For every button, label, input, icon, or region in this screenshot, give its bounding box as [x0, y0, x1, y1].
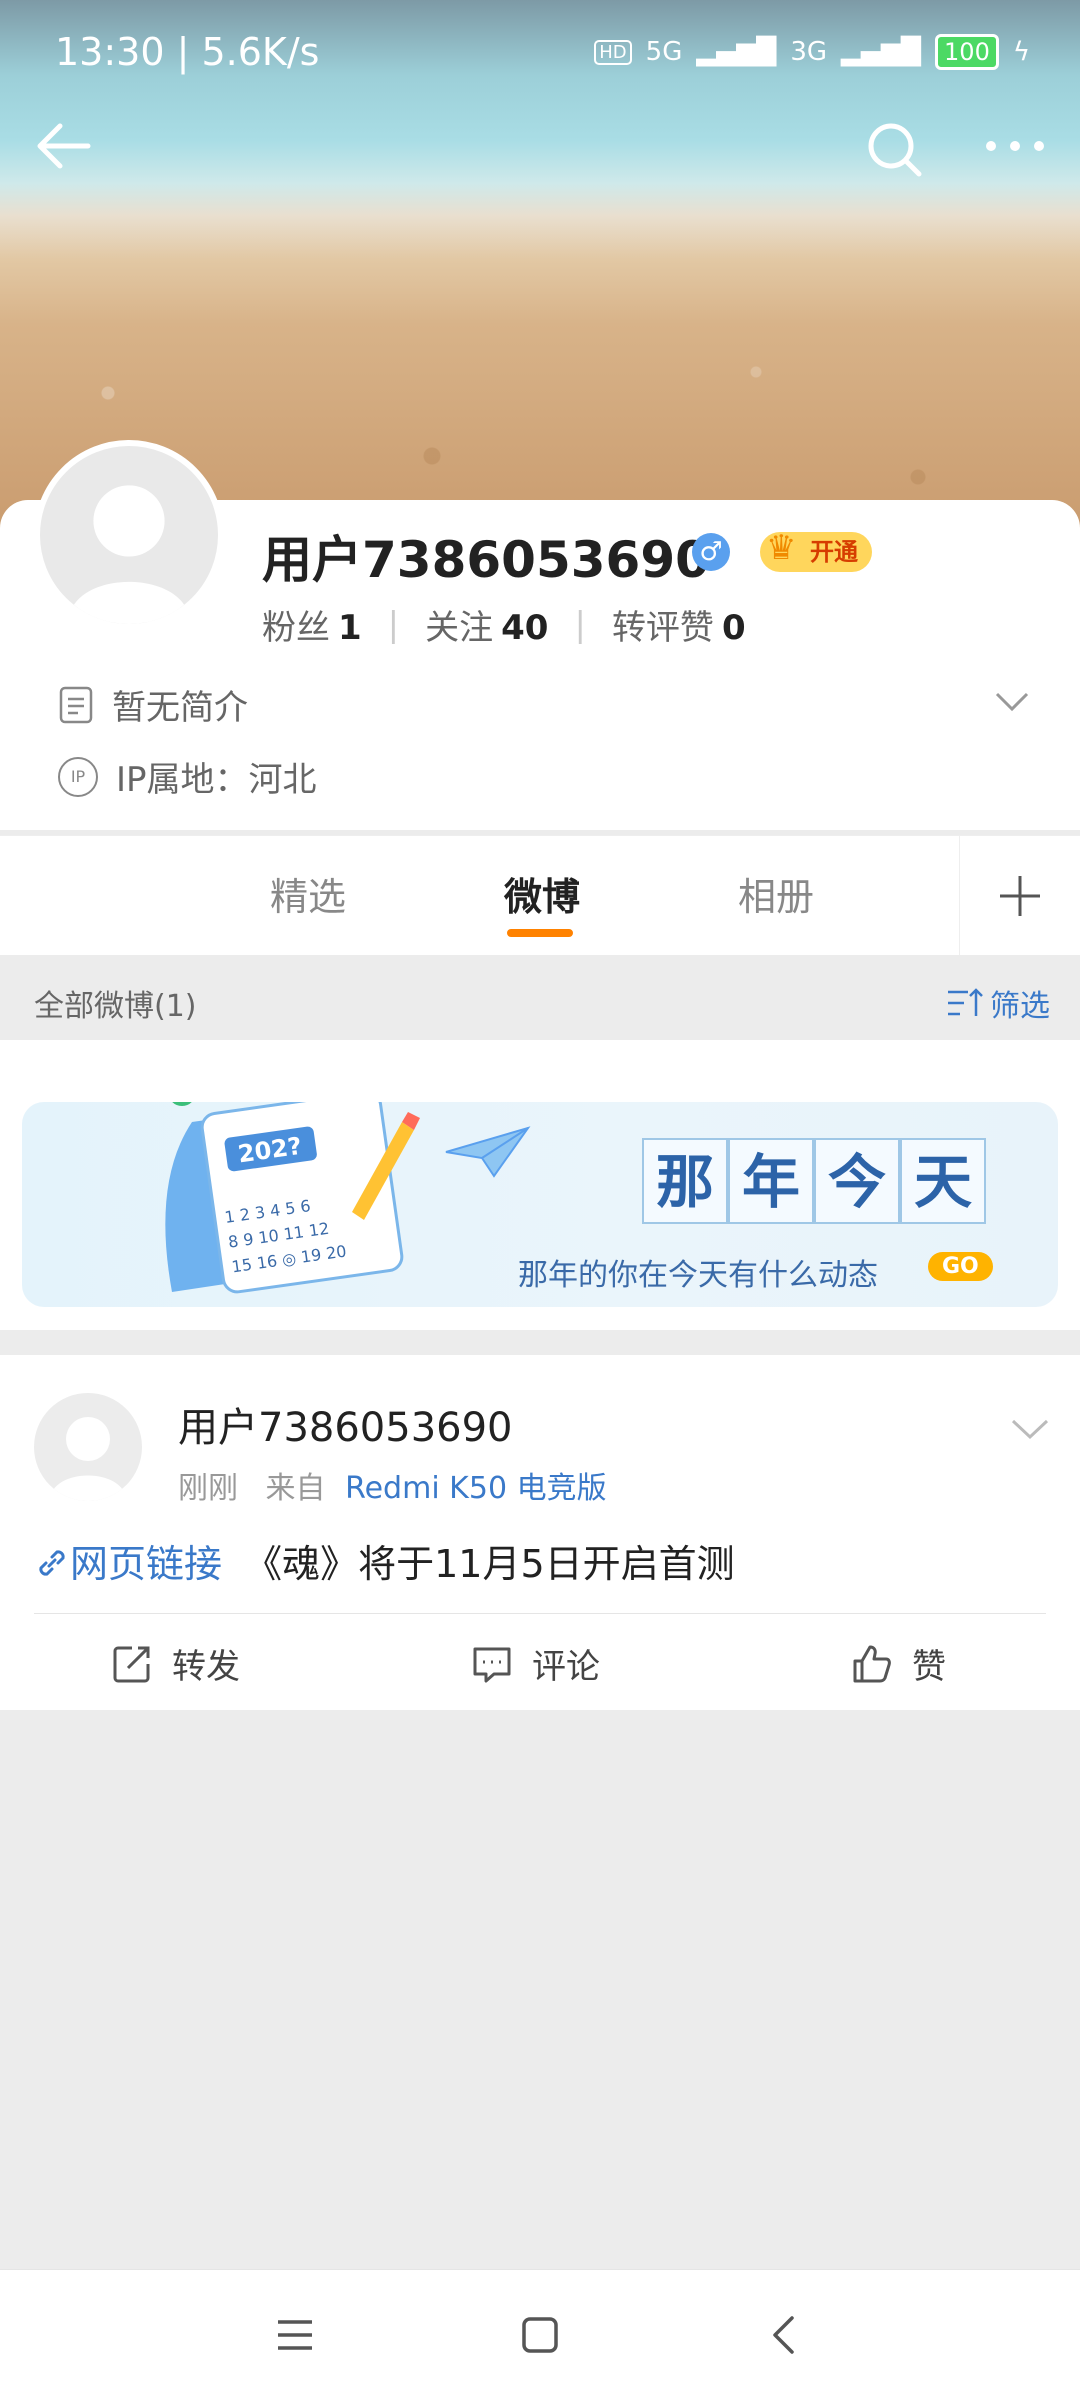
back-nav-button[interactable] — [760, 2310, 810, 2360]
web-link[interactable]: 网页链接 — [34, 1542, 234, 1586]
more-button[interactable] — [975, 110, 1055, 190]
feed-header: 全部微博(1) 筛选 — [0, 955, 1080, 1040]
post-actions: 转发 评论 赞 — [0, 1615, 1080, 1710]
ip-icon: IP — [58, 756, 98, 797]
ip-location: IP属地：河北 — [116, 760, 317, 800]
document-icon — [59, 686, 93, 723]
title-char: 那 — [642, 1138, 728, 1224]
bio-row[interactable]: 暂无简介 — [58, 680, 248, 729]
feed-count-label: 全部微博(1) — [34, 989, 197, 1024]
on-this-day-section: 202? 1 2 3 4 5 6 8 9 10 11 12 15 16 ◎ 19… — [0, 1040, 1080, 1330]
add-tab-button[interactable] — [959, 836, 1080, 956]
home-square-icon — [522, 2317, 558, 2353]
likes-label: 转评赞 — [611, 608, 714, 648]
filter-label: 筛选 — [990, 989, 1050, 1024]
tab-featured[interactable]: 精选 — [270, 866, 346, 921]
menu-nav-button[interactable] — [270, 2310, 320, 2360]
filter-icon — [948, 988, 983, 1016]
active-tab-indicator — [507, 929, 573, 937]
filter-button[interactable]: 筛选 — [946, 981, 1050, 1025]
title-char: 今 — [814, 1138, 900, 1224]
likes-count: 0 — [721, 608, 746, 648]
repost-label: 转发 — [172, 1647, 240, 1687]
home-nav-button[interactable] — [515, 2310, 565, 2360]
profile-tabs: 精选 微博 相册 — [0, 835, 1080, 956]
post-text: 《魂》将于11月5日开启首测 — [244, 1542, 735, 1586]
charging-icon: ϟ — [1012, 37, 1030, 67]
vip-label: 开通 — [810, 538, 858, 566]
post-author-avatar[interactable] — [34, 1393, 142, 1501]
comment-icon — [473, 1647, 511, 1682]
on-this-day-title: 那 年 今 天 — [642, 1138, 986, 1224]
tab-weibo[interactable]: 微博 — [504, 866, 580, 921]
more-dots-icon — [986, 141, 1044, 151]
follow-stat[interactable]: 关注 40 — [425, 600, 548, 649]
post-from-label: 来自 — [265, 1471, 326, 1506]
link-icon — [39, 1550, 65, 1576]
hd-icon: HD — [594, 39, 632, 65]
on-this-day-subtitle: 那年的你在今天有什么动态 — [518, 1258, 878, 1293]
vip-open-button[interactable]: ♛ 开通 — [760, 528, 872, 572]
crown-icon: ♛ — [766, 528, 797, 568]
arrow-left-icon — [37, 123, 91, 169]
post-content: 网页链接 《魂》将于11月5日开启首测 — [34, 1533, 735, 1588]
title-char: 天 — [900, 1138, 986, 1224]
status-icons: HD 5G ▂▄▆█ 3G ▂▄▆█ 100 ϟ — [594, 34, 1030, 70]
stat-divider: | — [574, 604, 586, 645]
comment-button[interactable]: 评论 — [470, 1639, 600, 1688]
like-label: 赞 — [912, 1647, 946, 1687]
web-link-label: 网页链接 — [70, 1542, 223, 1586]
male-gender-icon: ♂ — [692, 533, 730, 571]
status-time: 13:30 | 5.6K/s — [55, 30, 320, 74]
follow-label: 关注 — [425, 608, 494, 648]
avatar[interactable] — [34, 440, 224, 630]
expand-chevron-icon[interactable] — [994, 688, 1030, 716]
paper-plane-icon — [445, 1126, 531, 1178]
fans-stat[interactable]: 粉丝 1 — [262, 600, 362, 649]
post-time: 刚刚 — [178, 1471, 238, 1506]
search-button[interactable] — [855, 110, 935, 190]
back-button[interactable] — [24, 110, 104, 190]
post-card[interactable]: 用户7386053690 刚刚 来自 Redmi K50 电竞版 网页链接 《魂… — [0, 1355, 1080, 1710]
back-chevron-icon — [773, 2316, 794, 2354]
go-button[interactable]: GO — [928, 1252, 993, 1281]
tab-album[interactable]: 相册 — [738, 866, 814, 921]
bio-text: 暂无简介 — [112, 688, 248, 728]
like-button[interactable]: 赞 — [850, 1639, 946, 1688]
signal-bars-icon: ▂▄▆█ — [841, 37, 922, 67]
post-source[interactable]: Redmi K50 电竞版 — [345, 1471, 606, 1506]
signal-3g-icon: 3G — [790, 37, 828, 67]
username: 用户7386053690 — [262, 531, 710, 589]
ip-location-row: IP IP属地：河北 — [58, 752, 317, 801]
status-bar: 13:30 | 5.6K/s HD 5G ▂▄▆█ 3G ▂▄▆█ 100 ϟ — [0, 0, 1080, 110]
plus-icon — [1000, 876, 1040, 916]
signal-bars-icon: ▂▄▆█ — [696, 37, 777, 67]
follow-count: 40 — [501, 608, 549, 648]
default-avatar-icon — [68, 485, 190, 624]
post-author-name[interactable]: 用户7386053690 — [178, 1395, 513, 1453]
post-divider — [34, 1613, 1046, 1614]
repost-button[interactable]: 转发 — [110, 1639, 240, 1688]
profile-stats: 粉丝 1 | 关注 40 | 转评赞 0 — [262, 600, 746, 649]
likes-stat[interactable]: 转评赞 0 — [612, 600, 746, 649]
post-menu-chevron-icon[interactable] — [1010, 1415, 1050, 1445]
battery-icon: 100 — [935, 34, 999, 70]
system-nav-bar — [0, 2269, 1080, 2400]
calendar-illustration-icon: 202? 1 2 3 4 5 6 8 9 10 11 12 15 16 ◎ 19… — [165, 1102, 420, 1294]
stat-divider: | — [387, 604, 400, 645]
fans-label: 粉丝 — [262, 608, 330, 648]
default-avatar-icon — [50, 1417, 126, 1501]
fans-count: 1 — [338, 608, 362, 648]
thumbs-up-icon — [853, 1645, 891, 1682]
menu-icon — [278, 2320, 312, 2350]
signal-5g-icon: 5G — [645, 37, 683, 67]
on-this-day-banner[interactable]: 202? 1 2 3 4 5 6 8 9 10 11 12 15 16 ◎ 19… — [22, 1102, 1058, 1307]
search-icon — [868, 123, 922, 177]
repost-icon — [113, 1646, 150, 1682]
comment-label: 评论 — [532, 1647, 600, 1687]
title-char: 年 — [728, 1138, 814, 1224]
post-meta: 刚刚 来自 Redmi K50 电竞版 — [178, 1463, 607, 1507]
